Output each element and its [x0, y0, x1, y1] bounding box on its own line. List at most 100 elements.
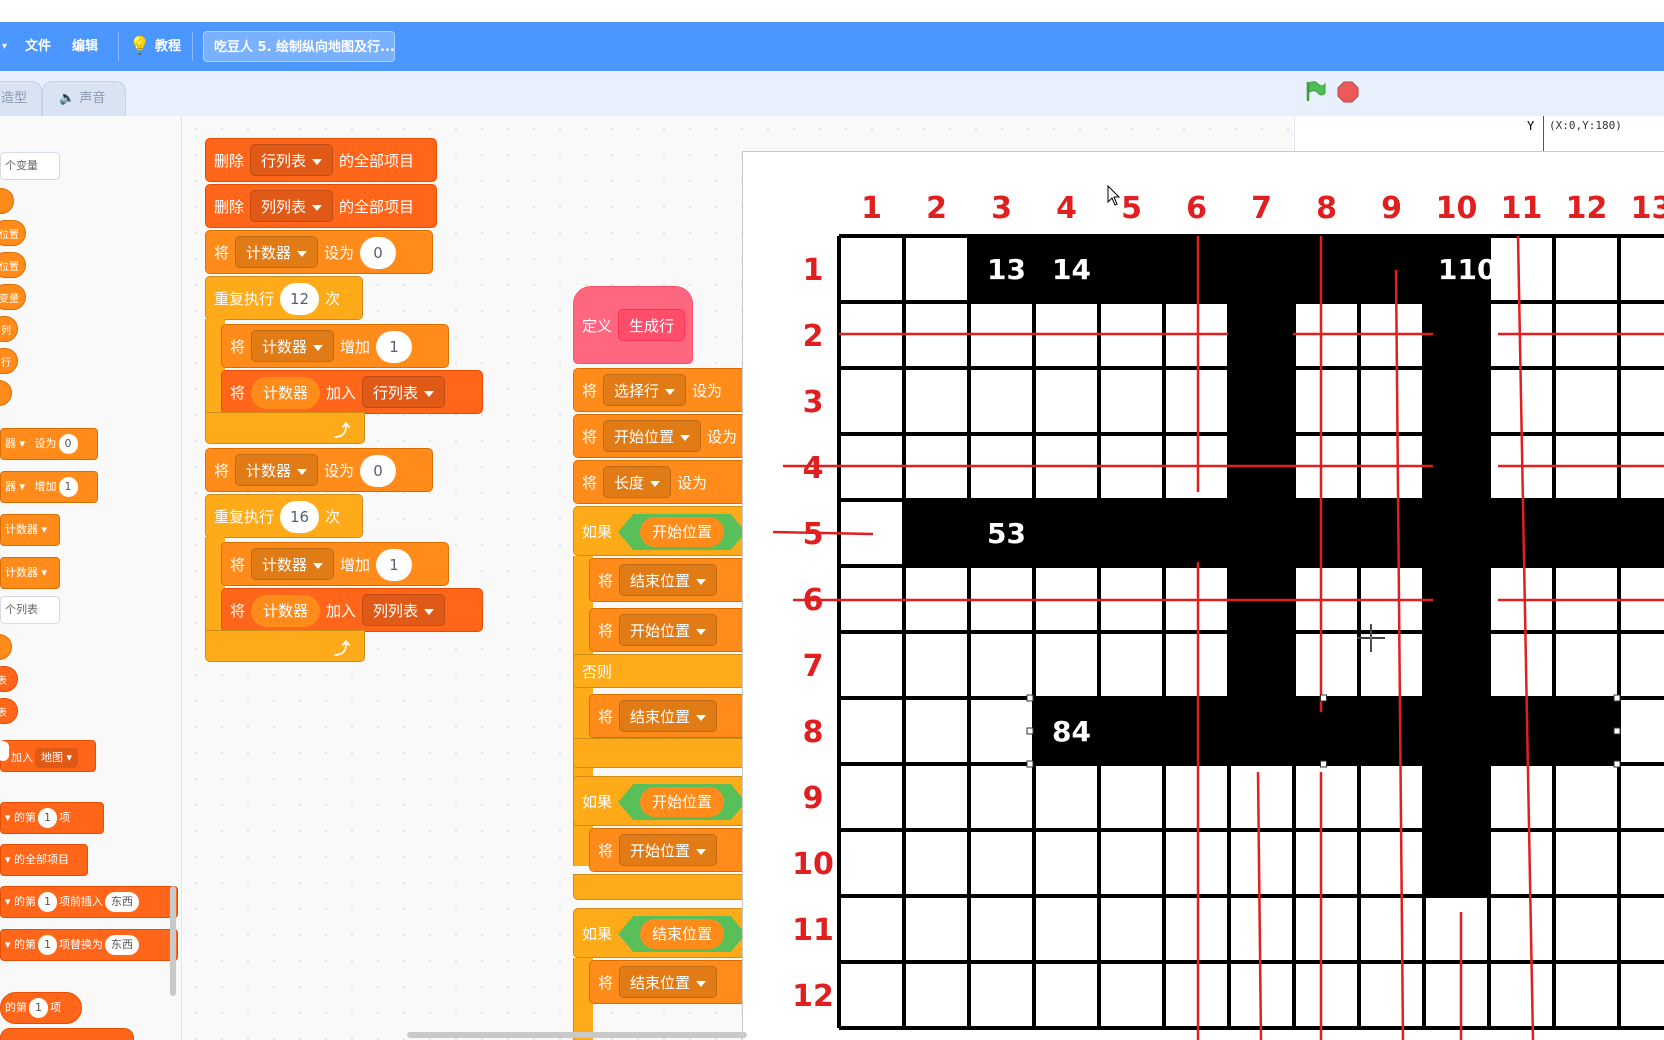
- map-wall-cell: [904, 500, 969, 566]
- set-counter-block[interactable]: 将计数器 设为 0: [205, 230, 433, 274]
- palette-insert-thing[interactable]: 东西: [105, 892, 140, 912]
- palette-delete-all-block[interactable]: ▾ 的全部项目: [0, 844, 88, 876]
- palette-change-value[interactable]: 1: [58, 477, 78, 497]
- lightbulb-icon[interactable]: 💡: [129, 22, 150, 71]
- map-wall-cell: [1489, 698, 1554, 764]
- counter-dropdown[interactable]: 计数器: [251, 548, 335, 580]
- selection-handle: [1026, 760, 1034, 768]
- variable-reporter[interactable]: [0, 380, 12, 406]
- palette-set-value[interactable]: 0: [58, 434, 78, 454]
- counter-reporter[interactable]: 计数器: [251, 595, 321, 627]
- repeat-12-block[interactable]: 重复执行 12 次: [205, 276, 363, 320]
- tab-sounds[interactable]: 🔈 声音: [42, 81, 126, 116]
- start-pos-reporter[interactable]: 开始位置: [640, 787, 725, 817]
- palette-replace-block[interactable]: ▾ 的第 1 项替换为 东西: [0, 929, 178, 961]
- make-list-button[interactable]: 个列表: [0, 596, 60, 624]
- compare-operator[interactable]: 开始位置: [618, 784, 747, 820]
- set-value-input[interactable]: 0: [360, 237, 397, 269]
- palette-add-item-input[interactable]: [0, 741, 9, 761]
- repeat-end: ⤴: [205, 412, 365, 444]
- menu-file[interactable]: 文件: [25, 22, 51, 71]
- palette-change-block[interactable]: 器 ▾ 增加 1: [0, 471, 98, 503]
- variable-reporter[interactable]: 位置: [0, 220, 26, 246]
- project-title-input[interactable]: 吃豆人 5. 绘制纵向地图及行...: [203, 31, 395, 62]
- palette-frag-item1-value[interactable]: 1: [29, 998, 48, 1018]
- add-counter-to-col-list-block[interactable]: 将计数器 加入 列列表: [221, 588, 483, 632]
- stop-icon[interactable]: [1337, 81, 1359, 103]
- palette-item-reporter[interactable]: [0, 1028, 134, 1040]
- variable-reporter[interactable]: 变量: [0, 284, 26, 310]
- green-flag-icon[interactable]: [1303, 79, 1327, 103]
- start-pos-dropdown[interactable]: 开始位置: [619, 834, 718, 866]
- to-label: 设为: [692, 382, 723, 400]
- compare-operator[interactable]: 开始位置: [618, 514, 747, 550]
- col-list-dropdown[interactable]: 列列表: [250, 190, 334, 222]
- column-header: 1: [861, 191, 882, 226]
- palette-add-to-list-block[interactable]: 加入 地图 ▾: [0, 740, 96, 772]
- palette-item-of-block[interactable]: ▾ 的第 1 项: [0, 802, 104, 834]
- change-counter-block-2[interactable]: 将计数器 增加 1: [221, 542, 449, 586]
- end-pos-dropdown[interactable]: 结束位置: [619, 700, 718, 732]
- tab-costumes[interactable]: 造型: [0, 81, 42, 116]
- menu-edit[interactable]: 编辑: [72, 22, 98, 71]
- palette-scrollbar[interactable]: [170, 886, 176, 996]
- end-pos-dropdown[interactable]: 结束位置: [619, 966, 718, 998]
- list-reporter[interactable]: 表: [0, 666, 18, 692]
- all-items-label: 的全部项目: [339, 152, 415, 170]
- start-pos-reporter[interactable]: 开始位置: [640, 517, 725, 547]
- repeat-count-input[interactable]: 16: [280, 501, 320, 533]
- counter-dropdown[interactable]: 计数器: [235, 236, 319, 268]
- palette-item-of-value[interactable]: 1: [38, 808, 58, 828]
- change-value-input[interactable]: 1: [376, 331, 413, 363]
- end-pos-reporter[interactable]: 结束位置: [640, 919, 725, 949]
- palette-hide-variable-block[interactable]: 计数器 ▾: [0, 557, 60, 589]
- define-generate-row-block[interactable]: 定义 生成行: [573, 286, 693, 364]
- palette-item-reporter[interactable]: 的第 1 项: [0, 992, 82, 1024]
- row-list-dropdown[interactable]: 行列表: [250, 144, 334, 176]
- repeat-count-input[interactable]: 12: [280, 283, 320, 315]
- list-reporter[interactable]: [0, 634, 12, 660]
- palette-replace-thing[interactable]: 东西: [105, 935, 140, 955]
- row-list-dropdown[interactable]: 行列表: [362, 376, 446, 408]
- map-wall-cell: [1424, 500, 1489, 566]
- repeat-16-block[interactable]: 重复执行 16 次: [205, 494, 363, 538]
- change-counter-block[interactable]: 将计数器 增加 1: [221, 324, 449, 368]
- delete-all-row-list-block[interactable]: 删除 行列表 的全部项目: [205, 138, 437, 182]
- variable-reporter[interactable]: [0, 188, 14, 214]
- compare-operator[interactable]: 结束位置: [618, 916, 747, 952]
- menu-tutorials[interactable]: 教程: [155, 22, 181, 71]
- variable-reporter[interactable]: 行: [0, 348, 18, 374]
- make-variable-button[interactable]: 个变量: [0, 152, 60, 180]
- set-value-input[interactable]: 0: [360, 455, 397, 487]
- code-area-scrollbar[interactable]: [407, 1032, 747, 1038]
- end-pos-dropdown[interactable]: 结束位置: [619, 564, 718, 596]
- palette-replace-index[interactable]: 1: [38, 935, 58, 955]
- add-counter-to-row-list-block[interactable]: 将计数器 加入 行列表: [221, 370, 483, 414]
- row-list-label: 行列表: [373, 384, 419, 402]
- change-value-input[interactable]: 1: [376, 549, 413, 581]
- col-list-dropdown[interactable]: 列列表: [362, 594, 446, 626]
- set-counter-block-2[interactable]: 将计数器 设为 0: [205, 448, 433, 492]
- palette-set-block[interactable]: 器 ▾ 设为 0: [0, 428, 98, 460]
- counter-dropdown[interactable]: 计数器: [235, 454, 319, 486]
- length-dropdown[interactable]: 长度: [603, 466, 672, 498]
- start-pos-dropdown[interactable]: 开始位置: [603, 420, 702, 452]
- delete-all-col-list-block[interactable]: 删除 列列表 的全部项目: [205, 184, 437, 228]
- row-header: 8: [803, 715, 824, 750]
- counter-reporter[interactable]: 计数器: [251, 377, 321, 409]
- list-reporter[interactable]: 表: [0, 698, 18, 724]
- block-palette: 个变量 位置 位置 变量 列 行 器 ▾ 设为 0 器 ▾ 增加 1 计数器 ▾ 计…: [0, 116, 182, 1040]
- column-header: 7: [1251, 191, 1272, 226]
- start-pos-dropdown[interactable]: 开始位置: [619, 614, 718, 646]
- palette-insert-index[interactable]: 1: [38, 892, 58, 912]
- palette-change-label: 增加: [34, 480, 57, 493]
- variable-reporter[interactable]: 位置: [0, 252, 26, 278]
- palette-insert-block[interactable]: ▾ 的第 1 项前插入 东西: [0, 886, 178, 918]
- palette-show-variable-block[interactable]: 计数器 ▾: [0, 514, 60, 546]
- set-label: 将: [598, 708, 614, 726]
- select-row-dropdown[interactable]: 选择行: [603, 374, 687, 406]
- define-name[interactable]: 生成行: [618, 309, 686, 341]
- variable-reporter[interactable]: 列: [0, 316, 18, 342]
- counter-dropdown[interactable]: 计数器: [251, 330, 335, 362]
- menu-chevron-icon[interactable]: ▾: [2, 22, 7, 71]
